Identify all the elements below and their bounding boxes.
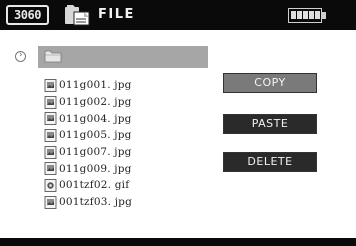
battery-cell (303, 11, 308, 19)
list-item[interactable]: 001tzf02. gif (44, 177, 204, 194)
file-name: 001tzf02. gif (59, 179, 130, 192)
file-name: 011g007. jpg (59, 146, 132, 159)
battery-tip (322, 12, 326, 19)
folder-icon (44, 50, 62, 63)
image-file-icon (44, 78, 57, 92)
file-list: 011g001. jpg 011g002. jpg 011g004. jpg 0… (44, 77, 204, 211)
file-name: 011g005. jpg (59, 129, 132, 142)
image-file-icon (44, 112, 57, 126)
image-file-icon (44, 145, 57, 159)
battery-cell (309, 11, 314, 19)
list-item[interactable]: 001tzf03. jpg (44, 194, 204, 211)
path-bar[interactable] (38, 46, 208, 68)
brand-badge: 3060 (6, 5, 49, 25)
list-item[interactable]: 011g005. jpg (44, 127, 204, 144)
file-manager-icon (65, 5, 90, 26)
image-file-icon (44, 195, 57, 209)
battery-cell (315, 11, 320, 19)
app-title: FILE (98, 7, 135, 22)
list-item[interactable]: 011g009. jpg (44, 160, 204, 177)
bottom-bar (0, 238, 356, 246)
list-item[interactable]: 011g001. jpg (44, 77, 204, 94)
file-name: 011g004. jpg (59, 112, 132, 125)
copy-button[interactable]: COPY (223, 73, 317, 93)
image-file-icon (44, 162, 57, 176)
paste-button[interactable]: PASTE (223, 114, 317, 134)
delete-button[interactable]: DELETE (223, 152, 317, 172)
back-circle-icon[interactable]: › (15, 50, 26, 62)
list-item[interactable]: 011g007. jpg (44, 144, 204, 161)
image-file-icon (44, 129, 57, 142)
battery-cell (297, 11, 302, 19)
list-item[interactable]: 011g004. jpg (44, 110, 204, 127)
image-file-icon (44, 95, 57, 109)
title-bar: 3060 FILE (0, 0, 356, 30)
gif-file-icon (44, 179, 57, 192)
battery-cell (291, 11, 296, 19)
file-name: 011g001. jpg (59, 79, 132, 92)
file-manager-screen: 3060 FILE › 011g001. jpg 011g002. jpg 01… (0, 0, 356, 246)
battery-full-icon (288, 8, 322, 23)
file-name: 001tzf03. jpg (59, 196, 133, 209)
file-name: 011g002. jpg (59, 96, 132, 109)
list-item[interactable]: 011g002. jpg (44, 94, 204, 111)
file-name: 011g009. jpg (59, 162, 132, 175)
